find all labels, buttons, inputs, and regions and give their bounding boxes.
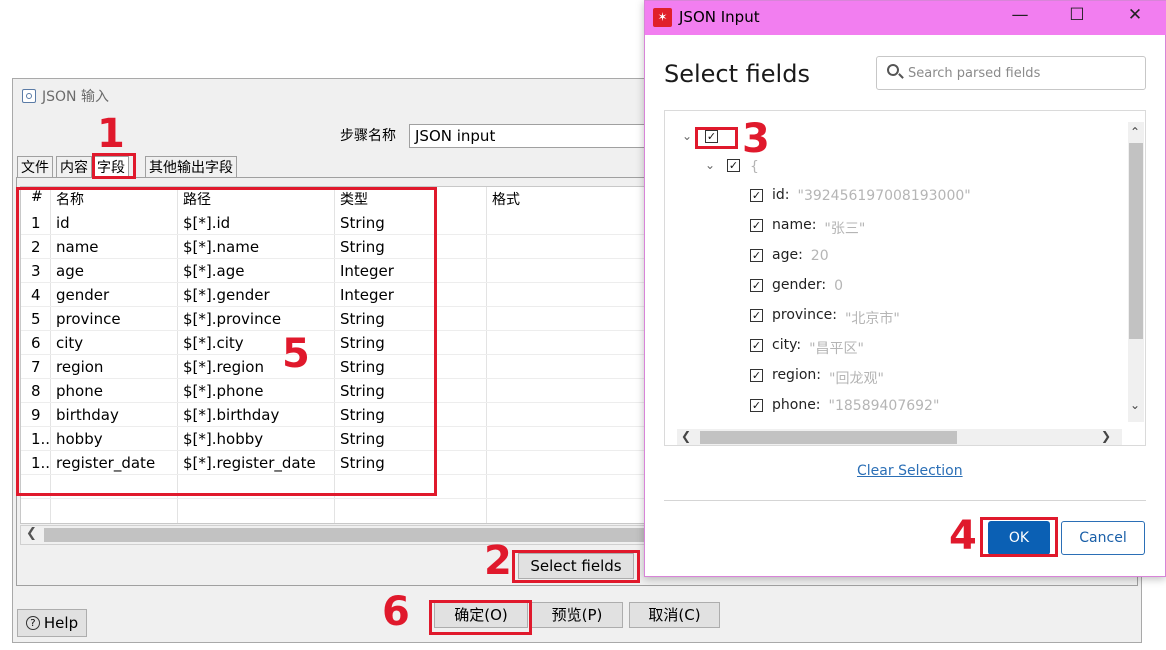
annotation-box-2 — [512, 550, 640, 583]
annotation-number-2: 2 — [484, 538, 512, 584]
field-value: 20 — [810, 248, 829, 264]
field-value: "昌平区" — [809, 341, 864, 357]
scroll-down-icon[interactable]: ⌄ — [1130, 398, 1140, 412]
scroll-left-icon[interactable]: ❮ — [681, 429, 691, 443]
field-checkbox[interactable]: ✓ — [750, 369, 763, 382]
field-checkbox[interactable]: ✓ — [750, 219, 763, 232]
search-input[interactable] — [908, 63, 1140, 83]
tab-content[interactable]: 内容 — [56, 156, 92, 178]
annotation-number-1: 1 — [97, 111, 125, 157]
field-value: "392456197008193000" — [797, 188, 971, 204]
tab-file[interactable]: 文件 — [17, 156, 53, 178]
clear-selection-link[interactable]: Clear Selection — [857, 463, 963, 479]
annotation-box-4 — [980, 517, 1058, 557]
preview-button[interactable]: 预览(P) — [531, 602, 623, 628]
footer-divider — [664, 500, 1146, 501]
dialog-cancel-button[interactable]: Cancel — [1061, 521, 1145, 555]
annotation-number-6: 6 — [382, 589, 410, 635]
annotation-box-6 — [429, 600, 532, 635]
field-key: gender: — [772, 277, 827, 293]
scroll-left-arrow-icon[interactable]: ❮ — [26, 526, 37, 541]
field-checkbox[interactable]: ✓ — [750, 339, 763, 352]
step-name-input[interactable]: JSON input — [409, 124, 649, 148]
step-name-label: 步骤名称 — [340, 128, 396, 144]
window-title: JSON Input — [679, 8, 760, 26]
table-scroll-thumb[interactable] — [44, 528, 644, 542]
annotation-box-3 — [695, 127, 738, 149]
field-checkbox[interactable]: ✓ — [750, 279, 763, 292]
annotation-number-3: 3 — [742, 116, 770, 162]
field-key: city: — [772, 337, 802, 353]
field-key: region: — [772, 367, 821, 383]
field-key: province: — [772, 307, 837, 323]
tab-other-output-fields[interactable]: 其他输出字段 — [145, 156, 237, 178]
field-checkbox[interactable]: ✓ — [750, 399, 763, 412]
annotation-number-4: 4 — [949, 513, 977, 559]
json-input-icon — [22, 89, 36, 103]
field-key: phone: — [772, 397, 821, 413]
dialog-title-text: JSON 输入 — [42, 89, 109, 105]
chevron-down-icon[interactable]: ⌄ — [705, 158, 715, 172]
close-icon[interactable]: ✕ — [1120, 5, 1150, 25]
cancel-button[interactable]: 取消(C) — [629, 602, 720, 628]
object-checkbox[interactable]: ✓ — [727, 159, 740, 172]
field-key: id: — [772, 187, 790, 203]
field-value: "张三" — [824, 221, 866, 237]
field-value: "18589407692" — [828, 398, 940, 414]
chevron-down-icon[interactable]: ⌄ — [682, 129, 692, 143]
field-value: "回龙观" — [829, 371, 884, 387]
scroll-up-icon[interactable]: ⌃ — [1130, 125, 1140, 139]
field-checkbox[interactable]: ✓ — [750, 249, 763, 262]
field-value: 0 — [834, 278, 844, 294]
annotation-box-5 — [16, 187, 437, 496]
field-checkbox[interactable]: ✓ — [750, 309, 763, 322]
column-header-format[interactable]: 格式 — [492, 189, 520, 209]
help-button[interactable]: ? Help — [17, 609, 87, 637]
help-label: Help — [43, 614, 79, 632]
minimize-icon[interactable]: — — [1005, 5, 1035, 25]
tree-vscroll-thumb[interactable] — [1129, 143, 1143, 339]
select-fields-heading: Select fields — [664, 60, 810, 88]
field-value: "北京市" — [844, 311, 900, 327]
help-icon: ? — [25, 616, 40, 630]
dialog-title: JSON 输入 — [22, 86, 109, 106]
annotation-number-5: 5 — [282, 331, 310, 377]
tree-hscroll-thumb[interactable] — [700, 431, 957, 444]
app-logo-icon: ✶ — [653, 8, 672, 27]
field-key: name: — [772, 217, 817, 233]
maximize-icon[interactable]: ☐ — [1062, 5, 1092, 25]
field-checkbox[interactable]: ✓ — [750, 189, 763, 202]
scroll-right-icon[interactable]: ❯ — [1101, 429, 1111, 443]
field-key: age: — [772, 247, 803, 263]
